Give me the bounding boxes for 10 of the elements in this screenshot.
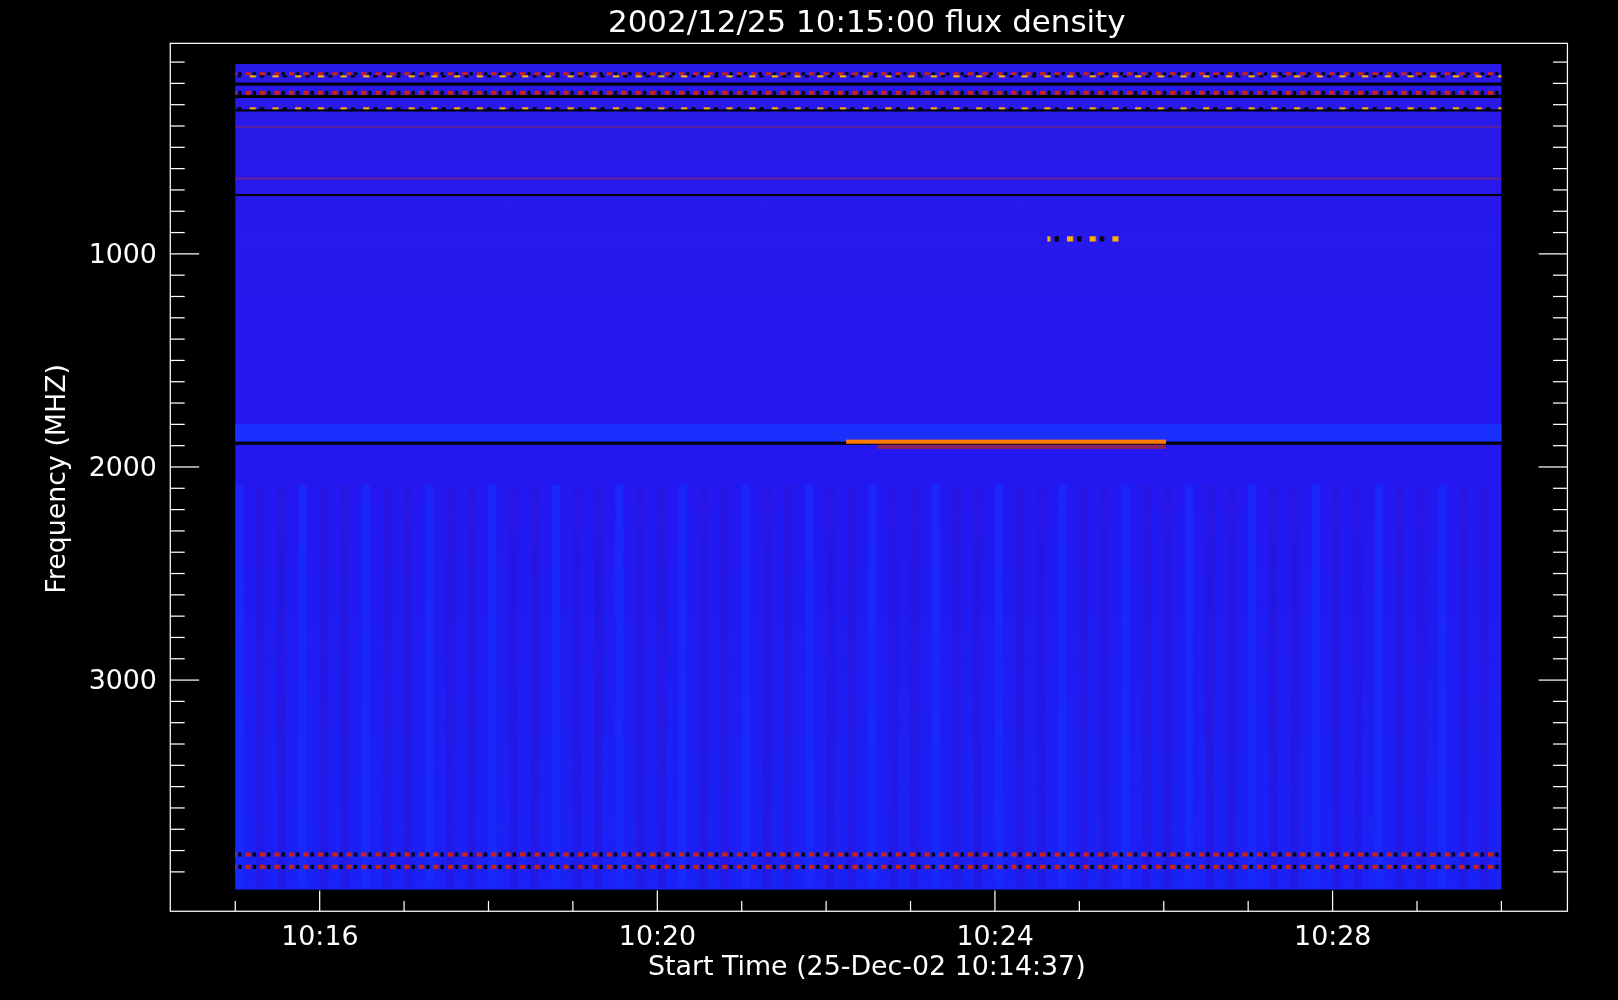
x-tick-label: 10:24: [956, 920, 1034, 952]
plot-title: 2002/12/25 10:15:00 flux density: [608, 3, 1126, 39]
x-tick-label: 10:20: [618, 920, 697, 952]
y-tick-label: 3000: [88, 664, 157, 696]
y-tick-label: 1000: [88, 238, 157, 270]
y-axis-label: Frequency (MHZ): [40, 363, 71, 594]
y-tick-label: 2000: [88, 451, 157, 483]
x-tick-label: 10:16: [281, 920, 359, 952]
x-tick-label: 10:28: [1294, 920, 1372, 952]
x-axis-label: Start Time (25-Dec-02 10:14:37): [647, 950, 1086, 982]
